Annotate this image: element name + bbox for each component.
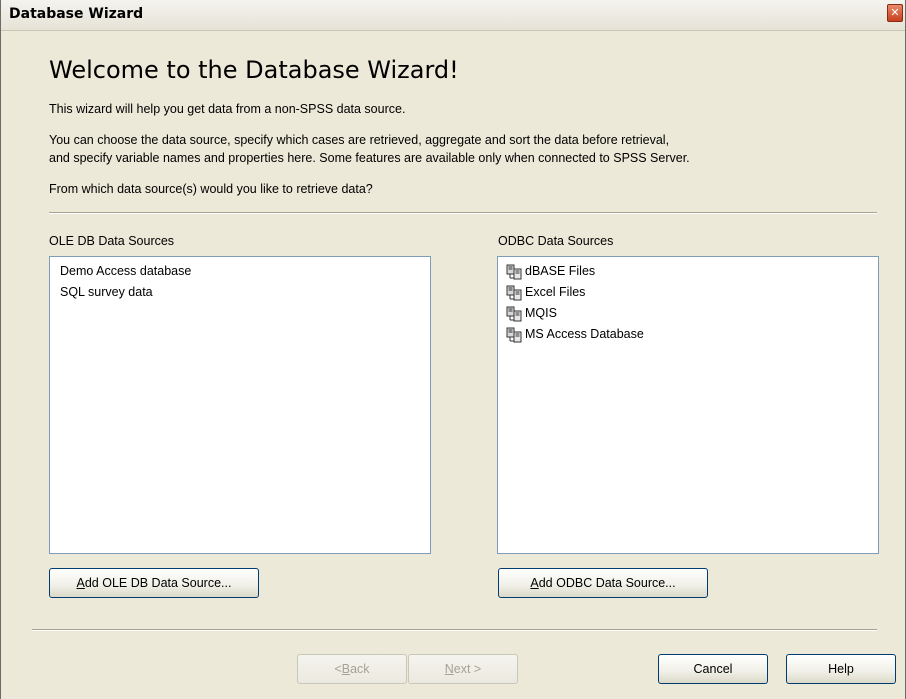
list-item-label: Excel Files bbox=[525, 285, 586, 299]
back-prefix: < bbox=[334, 662, 342, 676]
title-bar: Database Wizard ✕ bbox=[1, 0, 905, 31]
add-odbc-label: dd ODBC Data Source... bbox=[538, 576, 676, 590]
separator-bottom bbox=[32, 629, 877, 631]
page-title: Welcome to the Database Wizard! bbox=[49, 56, 459, 84]
list-item[interactable]: SQL survey data bbox=[60, 282, 430, 303]
next-accel: N bbox=[444, 662, 454, 676]
add-odbc-source-button[interactable]: Add ODBC Data Source... bbox=[498, 568, 708, 598]
back-accel: B bbox=[341, 662, 351, 676]
database-wizard-window: Database Wizard ✕ Welcome to the Databas… bbox=[0, 0, 906, 699]
description-line-2: and specify variable names and propertie… bbox=[49, 151, 690, 165]
add-odbc-accel: A bbox=[530, 576, 539, 590]
list-item-label: MS Access Database bbox=[525, 327, 644, 341]
list-item-label: SQL survey data bbox=[60, 285, 153, 299]
list-item[interactable]: Demo Access database bbox=[60, 261, 430, 282]
back-button[interactable]: < Back bbox=[297, 654, 407, 684]
list-item[interactable]: dBASE Files bbox=[506, 261, 878, 282]
cancel-button[interactable]: Cancel bbox=[658, 654, 768, 684]
intro-text: This wizard will help you get data from … bbox=[49, 102, 406, 116]
odbc-label: ODBC Data Sources bbox=[498, 234, 614, 248]
next-label: ext > bbox=[453, 662, 482, 676]
list-item[interactable]: MS Access Database bbox=[506, 324, 878, 345]
separator-top bbox=[49, 212, 877, 214]
database-server-icon bbox=[506, 264, 522, 279]
list-item[interactable]: MQIS bbox=[506, 303, 878, 324]
close-button[interactable]: ✕ bbox=[887, 4, 903, 22]
window-title: Database Wizard bbox=[9, 6, 144, 22]
ole-db-label: OLE DB Data Sources bbox=[49, 234, 175, 248]
list-item-label: MQIS bbox=[525, 306, 557, 320]
add-ole-db-label: dd OLE DB Data Source... bbox=[84, 576, 232, 590]
add-ole-db-accel: A bbox=[76, 576, 85, 590]
database-server-icon bbox=[506, 285, 522, 300]
list-item-label: dBASE Files bbox=[525, 264, 596, 278]
database-server-icon bbox=[506, 306, 522, 321]
question-text: From which data source(s) would you like… bbox=[49, 182, 373, 196]
next-button[interactable]: Next > bbox=[408, 654, 518, 684]
ole-db-listbox[interactable]: Demo Access database SQL survey data bbox=[49, 256, 431, 554]
help-button[interactable]: Help bbox=[786, 654, 896, 684]
list-item[interactable]: Excel Files bbox=[506, 282, 878, 303]
add-ole-db-source-button[interactable]: Add OLE DB Data Source... bbox=[49, 568, 259, 598]
odbc-listbox[interactable]: dBASE Files Excel Files MQIS MS Access Data… bbox=[497, 256, 879, 554]
database-server-icon bbox=[506, 327, 522, 342]
description-line-1: You can choose the data source, specify … bbox=[49, 133, 670, 147]
back-label: ack bbox=[350, 662, 370, 676]
list-item-label: Demo Access database bbox=[60, 264, 192, 278]
